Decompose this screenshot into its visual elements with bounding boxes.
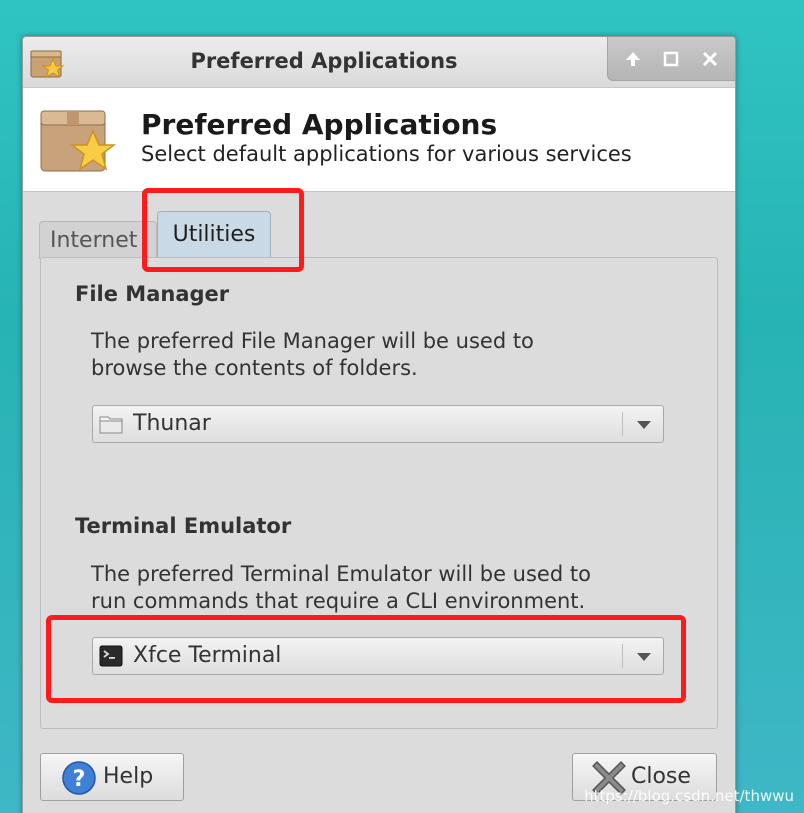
svg-text:?: ?: [73, 767, 86, 792]
file-manager-title: File Manager: [75, 282, 230, 306]
arrow-up-icon: [626, 51, 641, 66]
watermark-text: https://blog.csdn.net/thwwu: [584, 787, 794, 805]
file-manager-selected: Thunar: [133, 411, 211, 436]
window-title: Preferred Applications: [190, 49, 458, 73]
help-button[interactable]: ? Help: [40, 753, 184, 801]
file-manager-combo[interactable]: Thunar: [92, 405, 664, 443]
tab-internet[interactable]: Internet: [39, 221, 157, 259]
close-icon: [702, 51, 717, 66]
terminal-description-line1: The preferred Terminal Emulator will be …: [91, 562, 591, 586]
help-button-label: Help: [103, 764, 154, 789]
maximize-icon: [664, 51, 679, 66]
close-window-button[interactable]: [696, 45, 724, 73]
shade-button[interactable]: [619, 45, 647, 73]
titlebar-controls: [607, 37, 735, 81]
file-manager-description-line1: The preferred File Manager will be used …: [91, 329, 534, 353]
dialog-header: Preferred Applications Select default ap…: [23, 88, 735, 192]
terminal-description-line2: run commands that require a CLI environm…: [91, 589, 586, 613]
tab-bar: Internet Utilities: [39, 209, 719, 259]
terminal-combo-highlight: [46, 615, 686, 703]
close-button-label: Close: [631, 764, 691, 789]
header-title: Preferred Applications: [141, 108, 498, 141]
combo-separator: [622, 412, 623, 436]
preferred-apps-box-star-icon: [40, 110, 117, 172]
folder-icon: [99, 416, 123, 434]
help-icon: ?: [62, 761, 96, 795]
header-subtitle: Select default applications for various …: [141, 142, 632, 166]
utilities-tab-highlight: [142, 188, 304, 272]
file-manager-description-line2: browse the contents of folders.: [91, 356, 418, 380]
terminal-emulator-title: Terminal Emulator: [75, 514, 292, 538]
maximize-button[interactable]: [657, 45, 685, 73]
chevron-down-icon: [637, 421, 651, 429]
titlebar[interactable]: Preferred Applications: [23, 37, 735, 88]
